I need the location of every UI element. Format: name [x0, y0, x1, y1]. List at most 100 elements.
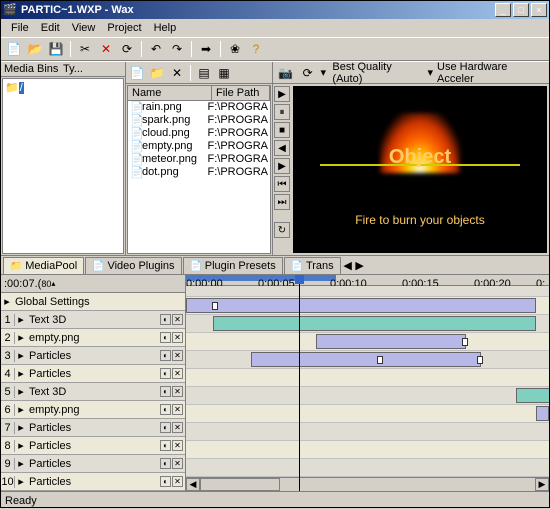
file-list[interactable]: Name File Path 📄rain.pngF:\PROGRA📄spark.… — [127, 85, 271, 254]
tab-plugin-presets[interactable]: 📄 Plugin Presets — [183, 257, 283, 274]
minimize-button[interactable]: _ — [495, 3, 511, 17]
track-label[interactable]: 3▸Particles◐✕ — [1, 347, 185, 365]
clip[interactable] — [251, 352, 481, 367]
add-file-icon[interactable]: 📄 — [128, 64, 146, 82]
add-folder-icon[interactable]: 📁 — [148, 64, 166, 82]
pause-icon[interactable]: ⏸ — [274, 104, 290, 120]
quality-label[interactable]: Best Quality (Auto) — [332, 61, 423, 85]
file-row[interactable]: 📄rain.pngF:\PROGRA — [128, 101, 270, 114]
tab-video-plugins[interactable]: 📄 Video Plugins — [85, 257, 181, 274]
grid-view-icon[interactable]: ▦ — [215, 64, 233, 82]
undo-icon[interactable]: ↶ — [147, 40, 165, 58]
preview-canvas: Object Fire to burn your objects — [293, 86, 547, 253]
playhead[interactable] — [299, 275, 300, 491]
open-icon[interactable]: 📂 — [26, 40, 44, 58]
track-label[interactable]: 7▸Particles◐✕ — [1, 419, 185, 437]
file-row[interactable]: 📄dot.pngF:\PROGRA — [128, 166, 270, 179]
clip[interactable] — [213, 316, 536, 331]
global-settings-row[interactable]: ▸ Global Settings — [1, 293, 185, 311]
close-button[interactable]: × — [531, 3, 547, 17]
preview-object-text: Object — [389, 146, 451, 169]
render-icon[interactable]: ➡ — [197, 40, 215, 58]
refresh-preview-icon[interactable]: ⟳ — [299, 64, 317, 82]
play-icon[interactable]: ▶ — [274, 86, 290, 102]
media-bins-pane: Media Bins Ty... 📁/ — [1, 62, 126, 255]
tab-next[interactable]: ▶ — [354, 259, 366, 272]
bottom-tabs: 📁 MediaPool 📄 Video Plugins 📄 Plugin Pre… — [1, 255, 549, 275]
menu-project[interactable]: Project — [101, 21, 147, 35]
h-scrollbar[interactable]: ◀▶ — [186, 477, 549, 491]
menubar: File Edit View Project Help — [1, 19, 549, 37]
settings-icon[interactable]: ❀ — [226, 40, 244, 58]
help-icon[interactable]: ? — [247, 40, 265, 58]
track-label[interactable]: 1▸Text 3D◐✕ — [1, 311, 185, 329]
loop-icon[interactable]: ↻ — [274, 222, 290, 238]
menu-edit[interactable]: Edit — [35, 21, 66, 35]
spin-up-icon[interactable]: ▴ — [51, 279, 61, 288]
file-row[interactable]: 📄cloud.pngF:\PROGRA — [128, 127, 270, 140]
track-label[interactable]: 2▸empty.png◐✕ — [1, 329, 185, 347]
track-label[interactable]: 5▸Text 3D◐✕ — [1, 383, 185, 401]
file-list-pane: 📄 📁 ✕ ▤ ▦ Name File Path 📄rain.pngF:\PRO… — [126, 62, 273, 255]
list-view-icon[interactable]: ▤ — [195, 64, 213, 82]
timeline-tracks-panel: :00:07.( 80 ▴ ▸ Global Settings 1▸Text 3… — [1, 275, 186, 491]
timeline-time: :00:07.( 80 ▴ — [1, 275, 185, 293]
titlebar: 🎬 PARTIC~1.WXP - Wax _ □ × — [1, 1, 549, 19]
remove-icon[interactable]: ✕ — [168, 64, 186, 82]
save-icon[interactable]: 💾 — [47, 40, 65, 58]
current-time: :00:07.( — [4, 278, 41, 290]
menu-file[interactable]: File — [5, 21, 35, 35]
track-label[interactable]: 8▸Particles◐✕ — [1, 437, 185, 455]
expand-icon[interactable]: ▸ — [1, 295, 13, 308]
status-text: Ready — [5, 495, 37, 507]
maximize-button[interactable]: □ — [513, 3, 529, 17]
clip[interactable] — [536, 406, 549, 421]
filelist-toolbar: 📄 📁 ✕ ▤ ▦ — [126, 62, 272, 84]
tab-trans[interactable]: 📄 Trans — [284, 257, 341, 274]
col-path[interactable]: File Path — [212, 86, 270, 100]
tracks-area[interactable] — [186, 297, 549, 477]
timeline-ruler[interactable]: 0:00:00 0:00:05 0:00:10 0:00:15 0:00:20 … — [186, 275, 549, 286]
col-name[interactable]: Name — [128, 86, 212, 100]
statusbar: Ready — [1, 491, 549, 509]
main-toolbar: 📄 📂 💾 ✂ ✕ ⟳ ↶ ↷ ➡ ❀ ? — [1, 37, 549, 61]
preview-pane: 📷 ⟳ ▾ Best Quality (Auto) ▾ Use Hardware… — [273, 62, 549, 255]
clip[interactable] — [186, 298, 536, 313]
preview-toolbar: 📷 ⟳ ▾ Best Quality (Auto) ▾ Use Hardware… — [273, 62, 549, 84]
tab-mediapool[interactable]: 📁 MediaPool — [3, 257, 84, 274]
refresh-icon[interactable]: ⟳ — [118, 40, 136, 58]
last-frame-icon[interactable]: ⏭ — [274, 194, 290, 210]
menu-view[interactable]: View — [66, 21, 102, 35]
menu-help[interactable]: Help — [148, 21, 183, 35]
camera-icon[interactable]: 📷 — [277, 64, 295, 82]
preview-caption: Fire to burn your objects — [355, 213, 484, 227]
clip[interactable] — [316, 334, 466, 349]
tree-root[interactable]: 📁/ — [5, 81, 121, 94]
prev-frame-icon[interactable]: ◀ — [274, 140, 290, 156]
new-icon[interactable]: 📄 — [5, 40, 23, 58]
clip[interactable] — [516, 388, 549, 403]
track-label[interactable]: 6▸empty.png◐✕ — [1, 401, 185, 419]
track-label[interactable]: 9▸Particles◐✕ — [1, 455, 185, 473]
mediabins-type-header: Ty... — [63, 63, 122, 75]
track-label[interactable]: 4▸Particles◐✕ — [1, 365, 185, 383]
preview-controls: ▶ ⏸ ■ ◀ ▶ ⏮ ⏭ ↻ — [273, 84, 291, 255]
redo-icon[interactable]: ↷ — [168, 40, 186, 58]
timeline-canvas[interactable]: 0:00:00 0:00:05 0:00:10 0:00:15 0:00:20 … — [186, 275, 549, 491]
file-row[interactable]: 📄empty.pngF:\PROGRA — [128, 140, 270, 153]
hw-accel-label[interactable]: Use Hardware Acceler — [437, 61, 545, 85]
file-row[interactable]: 📄spark.pngF:\PROGRA — [128, 114, 270, 127]
time-spinner[interactable]: 80 — [41, 279, 51, 289]
mediabins-header: Media Bins — [4, 63, 63, 75]
first-frame-icon[interactable]: ⏮ — [274, 176, 290, 192]
window-title: PARTIC~1.WXP - Wax — [21, 4, 493, 16]
stop-icon[interactable]: ■ — [274, 122, 290, 138]
file-row[interactable]: 📄meteor.pngF:\PROGRA — [128, 153, 270, 166]
timeline: :00:07.( 80 ▴ ▸ Global Settings 1▸Text 3… — [1, 275, 549, 491]
track-label[interactable]: 10▸Particles◐✕ — [1, 473, 185, 491]
mediabins-tree[interactable]: 📁/ — [2, 78, 124, 254]
next-frame-icon[interactable]: ▶ — [274, 158, 290, 174]
cut-icon[interactable]: ✂ — [76, 40, 94, 58]
delete-icon[interactable]: ✕ — [97, 40, 115, 58]
tab-prev[interactable]: ◀ — [342, 259, 354, 272]
